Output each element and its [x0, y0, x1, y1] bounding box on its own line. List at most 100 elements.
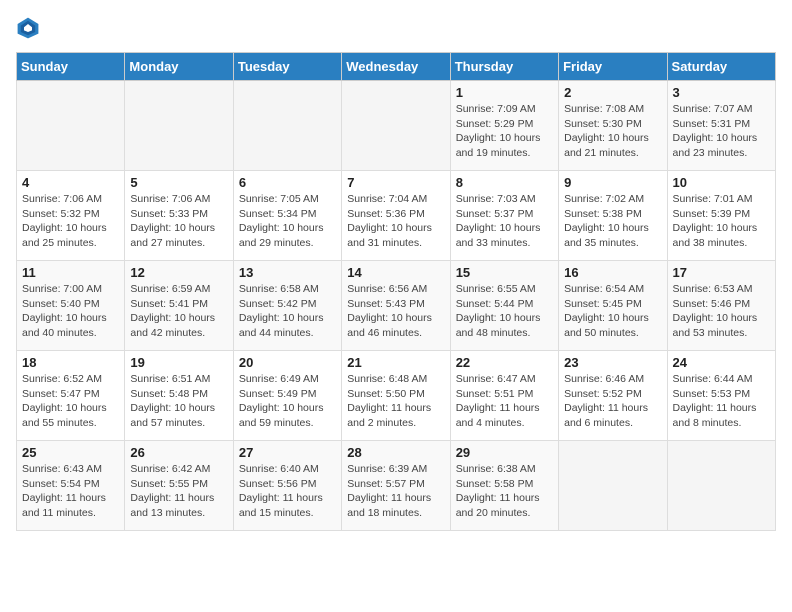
day-info: Sunrise: 7:05 AM Sunset: 5:34 PM Dayligh… — [239, 192, 336, 251]
calendar-cell: 24 Sunrise: 6:44 AM Sunset: 5:53 PM Dayli… — [667, 351, 775, 441]
day-info: Sunrise: 6:39 AM Sunset: 5:57 PM Dayligh… — [347, 462, 444, 521]
calendar-cell: 15 Sunrise: 6:55 AM Sunset: 5:44 PM Dayli… — [450, 261, 558, 351]
calendar-cell: 6 Sunrise: 7:05 AM Sunset: 5:34 PM Daylig… — [233, 171, 341, 261]
calendar-cell: 1 Sunrise: 7:09 AM Sunset: 5:29 PM Daylig… — [450, 81, 558, 171]
week-row-3: 11 Sunrise: 7:00 AM Sunset: 5:40 PM Dayli… — [17, 261, 776, 351]
day-number: 11 — [22, 265, 119, 280]
calendar-cell: 19 Sunrise: 6:51 AM Sunset: 5:48 PM Dayli… — [125, 351, 233, 441]
calendar-cell: 10 Sunrise: 7:01 AM Sunset: 5:39 PM Dayli… — [667, 171, 775, 261]
calendar-cell: 2 Sunrise: 7:08 AM Sunset: 5:30 PM Daylig… — [559, 81, 667, 171]
calendar-cell: 9 Sunrise: 7:02 AM Sunset: 5:38 PM Daylig… — [559, 171, 667, 261]
calendar-cell — [125, 81, 233, 171]
calendar-cell: 3Sunrise: 7:07 AM Sunset: 5:31 PM Daylig… — [667, 81, 775, 171]
calendar-cell — [342, 81, 450, 171]
header-day-sunday: Sunday — [17, 53, 125, 81]
day-number: 3 — [673, 85, 770, 100]
day-info: Sunrise: 7:06 AM Sunset: 5:32 PM Dayligh… — [22, 192, 119, 251]
day-number: 29 — [456, 445, 553, 460]
day-info: Sunrise: 6:59 AM Sunset: 5:41 PM Dayligh… — [130, 282, 227, 341]
calendar-cell: 12 Sunrise: 6:59 AM Sunset: 5:41 PM Dayli… — [125, 261, 233, 351]
calendar-cell: 17 Sunrise: 6:53 AM Sunset: 5:46 PM Dayli… — [667, 261, 775, 351]
day-number: 5 — [130, 175, 227, 190]
day-info: Sunrise: 6:48 AM Sunset: 5:50 PM Dayligh… — [347, 372, 444, 431]
week-row-5: 25Sunrise: 6:43 AM Sunset: 5:54 PM Dayli… — [17, 441, 776, 531]
day-number: 16 — [564, 265, 661, 280]
day-info: Sunrise: 7:00 AM Sunset: 5:40 PM Dayligh… — [22, 282, 119, 341]
day-info: Sunrise: 6:44 AM Sunset: 5:53 PM Dayligh… — [673, 372, 770, 431]
day-number: 9 — [564, 175, 661, 190]
day-number: 6 — [239, 175, 336, 190]
calendar-cell: 5 Sunrise: 7:06 AM Sunset: 5:33 PM Daylig… — [125, 171, 233, 261]
day-number: 13 — [239, 265, 336, 280]
calendar-cell: 16 Sunrise: 6:54 AM Sunset: 5:45 PM Dayli… — [559, 261, 667, 351]
day-number: 20 — [239, 355, 336, 370]
calendar-cell — [667, 441, 775, 531]
day-info: Sunrise: 6:47 AM Sunset: 5:51 PM Dayligh… — [456, 372, 553, 431]
day-number: 10 — [673, 175, 770, 190]
day-number: 28 — [347, 445, 444, 460]
day-number: 19 — [130, 355, 227, 370]
week-row-4: 18 Sunrise: 6:52 AM Sunset: 5:47 PM Dayli… — [17, 351, 776, 441]
page-header — [16, 16, 776, 40]
calendar-cell: 11 Sunrise: 7:00 AM Sunset: 5:40 PM Dayli… — [17, 261, 125, 351]
day-number: 22 — [456, 355, 553, 370]
day-info: Sunrise: 6:58 AM Sunset: 5:42 PM Dayligh… — [239, 282, 336, 341]
day-number: 21 — [347, 355, 444, 370]
header-day-friday: Friday — [559, 53, 667, 81]
day-number: 1 — [456, 85, 553, 100]
day-info: Sunrise: 6:56 AM Sunset: 5:43 PM Dayligh… — [347, 282, 444, 341]
calendar-cell: 4Sunrise: 7:06 AM Sunset: 5:32 PM Daylig… — [17, 171, 125, 261]
calendar-cell: 29 Sunrise: 6:38 AM Sunset: 5:58 PM Dayli… — [450, 441, 558, 531]
day-number: 7 — [347, 175, 444, 190]
day-number: 14 — [347, 265, 444, 280]
header-day-monday: Monday — [125, 53, 233, 81]
day-number: 8 — [456, 175, 553, 190]
day-info: Sunrise: 7:02 AM Sunset: 5:38 PM Dayligh… — [564, 192, 661, 251]
day-info: Sunrise: 6:49 AM Sunset: 5:49 PM Dayligh… — [239, 372, 336, 431]
calendar-cell: 27 Sunrise: 6:40 AM Sunset: 5:56 PM Dayli… — [233, 441, 341, 531]
logo — [16, 16, 44, 40]
day-number: 24 — [673, 355, 770, 370]
day-info: Sunrise: 6:55 AM Sunset: 5:44 PM Dayligh… — [456, 282, 553, 341]
header-day-thursday: Thursday — [450, 53, 558, 81]
day-number: 23 — [564, 355, 661, 370]
calendar-cell — [559, 441, 667, 531]
calendar-cell — [233, 81, 341, 171]
calendar-cell: 28 Sunrise: 6:39 AM Sunset: 5:57 PM Dayli… — [342, 441, 450, 531]
day-info: Sunrise: 6:42 AM Sunset: 5:55 PM Dayligh… — [130, 462, 227, 521]
day-number: 18 — [22, 355, 119, 370]
day-info: Sunrise: 6:52 AM Sunset: 5:47 PM Dayligh… — [22, 372, 119, 431]
header-day-saturday: Saturday — [667, 53, 775, 81]
calendar-cell — [17, 81, 125, 171]
day-info: Sunrise: 7:08 AM Sunset: 5:30 PM Dayligh… — [564, 102, 661, 161]
day-info: Sunrise: 6:40 AM Sunset: 5:56 PM Dayligh… — [239, 462, 336, 521]
day-info: Sunrise: 7:04 AM Sunset: 5:36 PM Dayligh… — [347, 192, 444, 251]
calendar-cell: 21 Sunrise: 6:48 AM Sunset: 5:50 PM Dayli… — [342, 351, 450, 441]
day-info: Sunrise: 7:06 AM Sunset: 5:33 PM Dayligh… — [130, 192, 227, 251]
calendar-cell: 13 Sunrise: 6:58 AM Sunset: 5:42 PM Dayli… — [233, 261, 341, 351]
day-number: 27 — [239, 445, 336, 460]
day-info: Sunrise: 6:54 AM Sunset: 5:45 PM Dayligh… — [564, 282, 661, 341]
day-info: Sunrise: 7:01 AM Sunset: 5:39 PM Dayligh… — [673, 192, 770, 251]
day-info: Sunrise: 6:51 AM Sunset: 5:48 PM Dayligh… — [130, 372, 227, 431]
week-row-1: 1 Sunrise: 7:09 AM Sunset: 5:29 PM Daylig… — [17, 81, 776, 171]
header-day-wednesday: Wednesday — [342, 53, 450, 81]
day-number: 17 — [673, 265, 770, 280]
calendar-table: SundayMondayTuesdayWednesdayThursdayFrid… — [16, 52, 776, 531]
day-number: 12 — [130, 265, 227, 280]
header-day-tuesday: Tuesday — [233, 53, 341, 81]
day-info: Sunrise: 7:03 AM Sunset: 5:37 PM Dayligh… — [456, 192, 553, 251]
day-number: 25 — [22, 445, 119, 460]
day-info: Sunrise: 6:46 AM Sunset: 5:52 PM Dayligh… — [564, 372, 661, 431]
day-info: Sunrise: 6:38 AM Sunset: 5:58 PM Dayligh… — [456, 462, 553, 521]
day-info: Sunrise: 6:53 AM Sunset: 5:46 PM Dayligh… — [673, 282, 770, 341]
day-number: 15 — [456, 265, 553, 280]
calendar-cell: 8 Sunrise: 7:03 AM Sunset: 5:37 PM Daylig… — [450, 171, 558, 261]
calendar-cell: 22 Sunrise: 6:47 AM Sunset: 5:51 PM Dayli… — [450, 351, 558, 441]
calendar-cell: 20 Sunrise: 6:49 AM Sunset: 5:49 PM Dayli… — [233, 351, 341, 441]
day-number: 2 — [564, 85, 661, 100]
calendar-cell: 14 Sunrise: 6:56 AM Sunset: 5:43 PM Dayli… — [342, 261, 450, 351]
calendar-cell: 23 Sunrise: 6:46 AM Sunset: 5:52 PM Dayli… — [559, 351, 667, 441]
day-info: Sunrise: 7:09 AM Sunset: 5:29 PM Dayligh… — [456, 102, 553, 161]
calendar-cell: 7 Sunrise: 7:04 AM Sunset: 5:36 PM Daylig… — [342, 171, 450, 261]
